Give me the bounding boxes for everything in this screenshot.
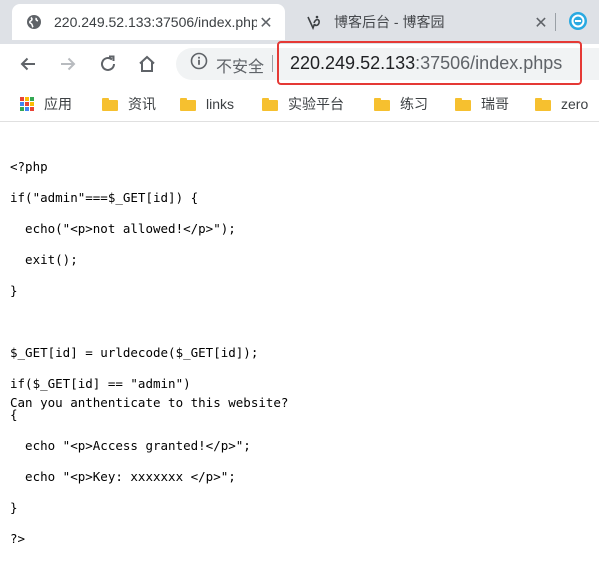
php-source-code: <?php if("admin"===$_GET[id]) { echo("<p… (10, 143, 590, 562)
folder-icon (180, 97, 196, 111)
partial-tab-favicon-icon[interactable] (568, 11, 588, 31)
code-line: exit(); (10, 251, 78, 267)
bookmark-ruige[interactable]: 瑞哥 (455, 94, 509, 114)
bookmark-label: zero (561, 96, 589, 112)
tab-strip: 220.249.52.133:37506/index.phps ✕ 博客后台 -… (0, 0, 599, 44)
forward-arrow-icon (61, 57, 76, 71)
code-line: echo "<p>Key: xxxxxxx </p>"; (10, 468, 236, 484)
tab-title: 220.249.52.133:37506/index.phps (54, 14, 257, 30)
close-icon[interactable]: ✕ (532, 13, 550, 32)
bookmark-zero[interactable]: zero (535, 94, 588, 114)
back-button[interactable] (16, 52, 40, 76)
folder-icon (262, 97, 278, 111)
folder-icon (535, 97, 551, 111)
close-icon[interactable]: ✕ (257, 13, 275, 32)
tab-title: 博客后台 - 博客园 (334, 14, 445, 30)
bookmark-lianxi[interactable]: 练习 (374, 94, 428, 114)
globe-icon (26, 14, 42, 30)
code-line: if($_GET[id] == "admin") (10, 375, 191, 391)
bookmark-shiyan[interactable]: 实验平台 (262, 94, 344, 114)
tab-separator (555, 13, 556, 31)
bookmark-label: 资讯 (128, 96, 156, 112)
tab-cnblogs[interactable]: 博客后台 - 博客园 ✕ (294, 4, 560, 40)
reload-button[interactable] (96, 52, 120, 76)
folder-icon (102, 97, 118, 111)
security-label[interactable]: 不安全 (216, 53, 264, 77)
url-highlight-box (277, 41, 582, 85)
folder-icon (374, 97, 390, 111)
code-line: $_GET[id] = urldecode($_GET[id]); (10, 344, 259, 360)
tab-index-phps[interactable]: 220.249.52.133:37506/index.phps ✕ (12, 4, 285, 40)
bookmark-label: 练习 (400, 96, 428, 112)
bookmarks-bar: 应用 资讯 links 实验平台 练习 瑞哥 zero (0, 85, 599, 122)
bookmark-label: 实验平台 (288, 96, 344, 112)
apps-grid-icon (20, 97, 34, 111)
bookmark-label: 应用 (44, 96, 72, 112)
code-line: echo("<p>not allowed!</p>"); (10, 220, 236, 236)
code-line: if("admin"===$_GET[id]) { (10, 189, 199, 205)
code-line: } (10, 282, 18, 298)
cnblogs-icon (306, 14, 322, 30)
code-line: } (10, 499, 18, 515)
back-arrow-icon (20, 57, 35, 71)
bookmark-apps[interactable]: 应用 (20, 94, 72, 114)
bookmark-label: links (206, 96, 235, 112)
challenge-question: Can you anthenticate to this website? (10, 395, 289, 410)
bookmark-label: 瑞哥 (481, 96, 509, 112)
bookmark-links[interactable]: links (180, 94, 234, 114)
bookmark-zixun[interactable]: 资讯 (102, 94, 156, 114)
reload-icon (101, 55, 115, 71)
code-line: <?php (10, 158, 48, 174)
home-button[interactable] (135, 52, 159, 76)
home-icon (139, 55, 155, 72)
code-line: ?> (10, 530, 26, 546)
omnibox-divider (272, 55, 273, 72)
info-icon[interactable] (190, 52, 208, 70)
forward-button[interactable] (56, 52, 80, 76)
folder-icon (455, 97, 471, 111)
